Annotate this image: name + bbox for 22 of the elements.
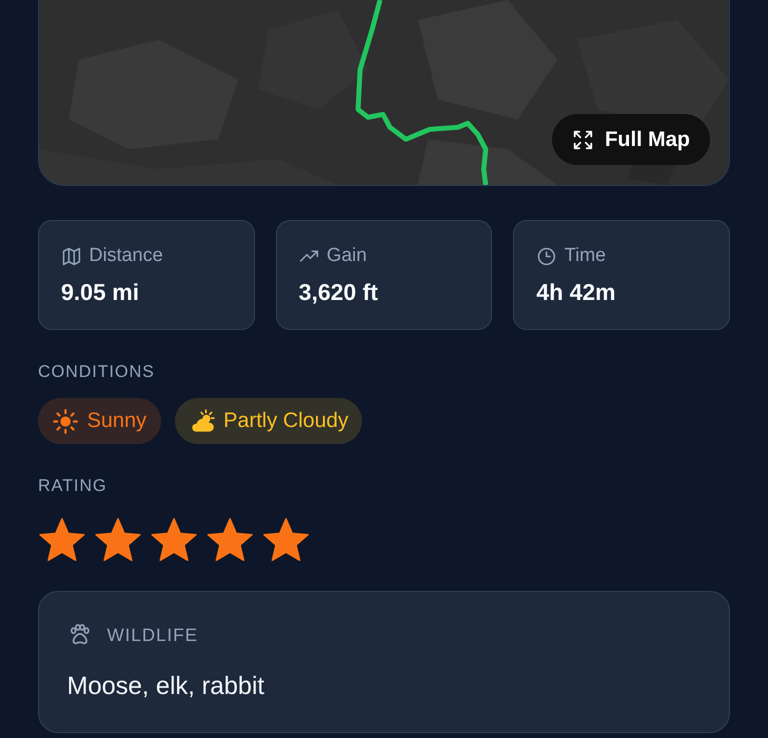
wildlife-text: Moose, elk, rabbit [67, 672, 264, 701]
clock-icon [536, 246, 558, 266]
full-map-button[interactable]: Full Map [552, 114, 710, 165]
map-icon [61, 246, 82, 266]
star-filled-icon [38, 516, 86, 564]
stat-value: 9.05 mi [61, 279, 139, 306]
star-filled-icon [206, 516, 254, 564]
stat-value: 4h 42m [536, 279, 616, 306]
star-filled-icon [150, 516, 198, 564]
section-heading: CONDITIONS [38, 362, 155, 382]
expand-icon [572, 128, 594, 150]
star-filled-icon [262, 516, 310, 564]
stat-value: 3,620 ft [298, 279, 378, 306]
stat-label: Gain [326, 245, 367, 267]
condition-chip: Sunny [38, 398, 161, 444]
star-filled-icon [94, 516, 142, 564]
sun-icon [52, 408, 79, 434]
section-heading: RATING [38, 476, 107, 496]
stat-label: Time [564, 245, 606, 267]
section-heading: WILDLIFE [107, 624, 198, 646]
stat-label: Distance [89, 245, 163, 267]
condition-chip: Partly Cloudy [174, 398, 362, 444]
